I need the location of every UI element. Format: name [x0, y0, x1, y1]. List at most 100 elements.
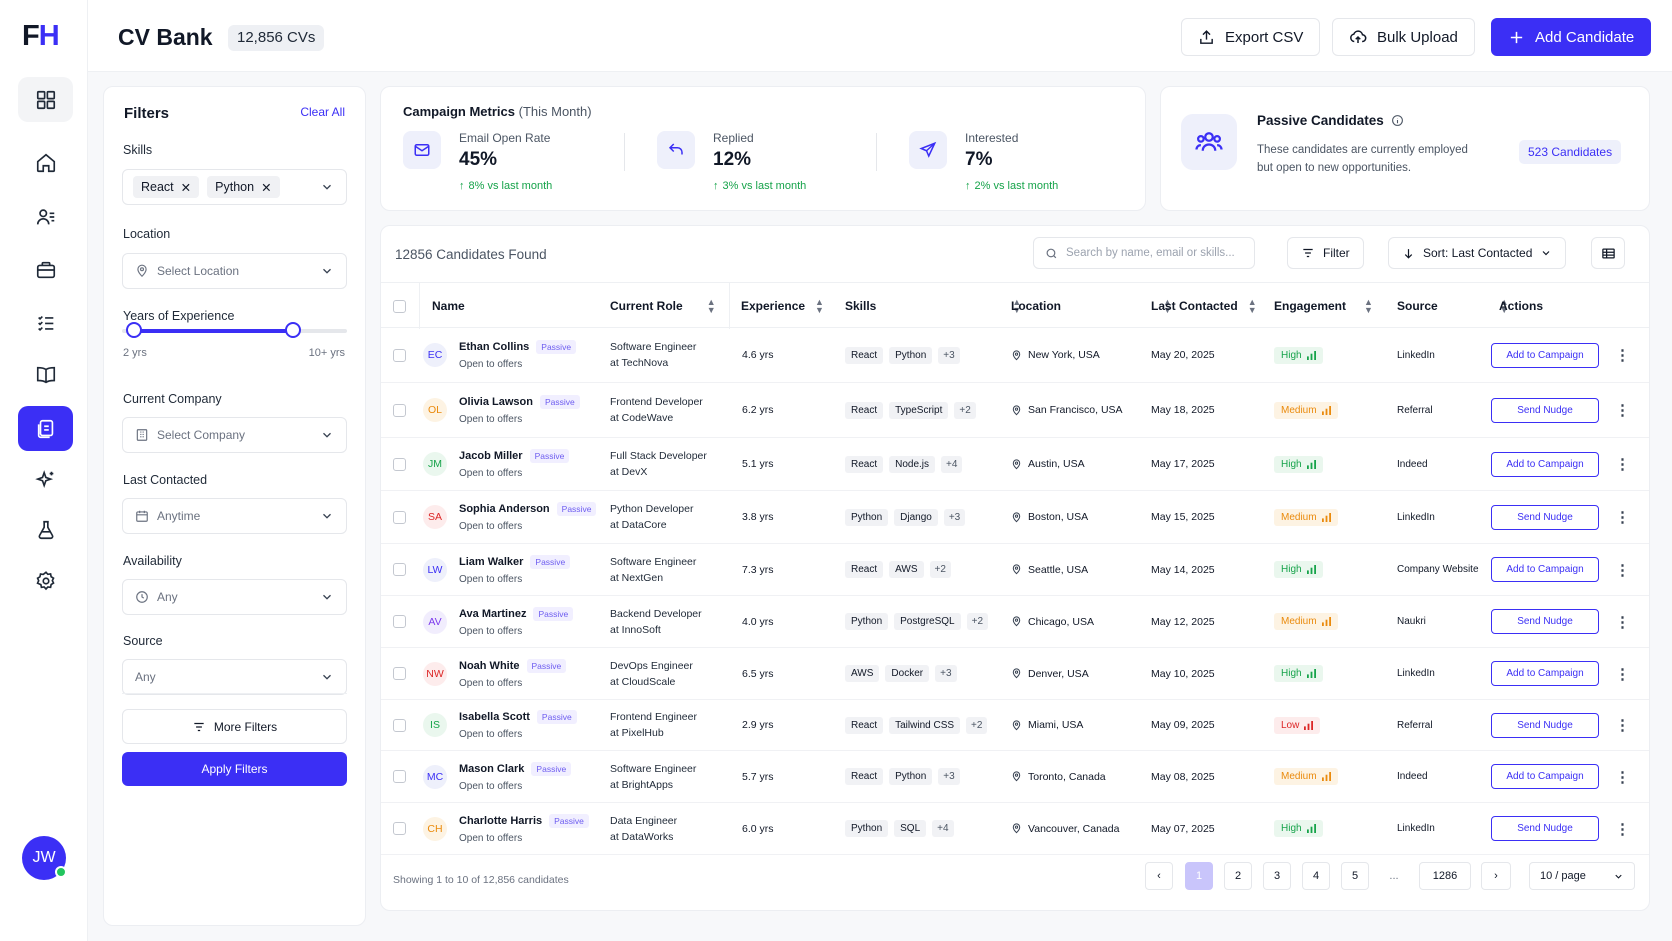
row-action-button[interactable]: Add to Campaign [1491, 764, 1599, 789]
candidate-name[interactable]: Noah White [459, 660, 520, 672]
more-skills-badge[interactable]: +3 [943, 508, 966, 526]
select-all-checkbox[interactable] [393, 283, 406, 329]
more-options-icon[interactable]: ⋮ [1615, 596, 1630, 647]
column-header-engagement[interactable]: Engagement ▲ ▼ [1274, 283, 1373, 329]
sort-select[interactable]: Sort: Last Contacted [1388, 237, 1567, 269]
row-action-button[interactable]: Send Nudge [1491, 397, 1599, 423]
column-header-name[interactable]: Name [432, 283, 465, 329]
user-avatar[interactable]: JW [22, 836, 67, 880]
passive-count-badge[interactable]: 523 Candidates [1519, 140, 1622, 164]
candidate-name[interactable]: Isabella Scott [459, 711, 530, 723]
dashboard-icon[interactable] [18, 77, 73, 122]
more-skills-badge[interactable]: +2 [954, 401, 976, 419]
cv-documents-icon[interactable] [18, 406, 73, 451]
more-skills-badge[interactable]: +3 [935, 665, 957, 682]
column-header-skills[interactable]: Skills ▲ ▼ [845, 283, 1021, 329]
export-csv-button[interactable]: Export CSV [1181, 18, 1321, 56]
row-checkbox[interactable] [393, 803, 406, 854]
more-options-icon[interactable]: ⋮ [1615, 648, 1630, 699]
row-action-button[interactable]: Add to Campaign [1491, 451, 1599, 477]
more-options-icon[interactable]: ⋮ [1615, 383, 1630, 437]
pagination-page[interactable]: 2 [1224, 862, 1252, 890]
search-input[interactable]: Search by name, email or skills... [1033, 237, 1255, 269]
availability-select[interactable]: Any [122, 579, 347, 615]
table-row[interactable]: CH Charlotte Harris Passive Open to offers D… [381, 803, 1649, 855]
sparkle-icon[interactable] [18, 457, 73, 502]
more-options-icon[interactable]: ⋮ [1615, 544, 1630, 595]
more-skills-badge[interactable]: +2 [966, 613, 989, 630]
more-options-icon[interactable]: ⋮ [1615, 491, 1630, 543]
row-checkbox[interactable] [393, 648, 406, 699]
row-action-button[interactable]: Send Nudge [1491, 712, 1599, 738]
book-icon[interactable] [18, 352, 73, 397]
column-header-experience[interactable]: Experience ▲ ▼ [741, 283, 824, 329]
remove-skill-icon[interactable]: ✕ [181, 180, 191, 195]
table-row[interactable]: LW Liam Walker Passive Open to offers Softwa… [381, 544, 1649, 596]
checklist-icon[interactable] [18, 300, 73, 345]
apply-filters-button[interactable]: Apply Filters [122, 752, 347, 786]
candidate-name[interactable]: Liam Walker [459, 556, 523, 568]
skills-select[interactable]: React ✕ Python ✕ [122, 169, 347, 205]
row-checkbox[interactable] [393, 544, 406, 595]
location-select[interactable]: Select Location [122, 253, 347, 289]
pagination-next-button[interactable]: › [1481, 862, 1511, 890]
row-checkbox[interactable] [393, 491, 406, 543]
row-action-button[interactable]: Send Nudge [1491, 816, 1599, 841]
table-row[interactable]: OL Olivia Lawson Passive Open to offers Fron… [381, 383, 1649, 438]
more-skills-badge[interactable]: +2 [966, 716, 988, 734]
pagination-page[interactable]: 1 [1185, 862, 1213, 890]
row-checkbox[interactable] [393, 383, 406, 437]
settings-gear-icon[interactable] [18, 558, 73, 603]
table-row[interactable]: JM Jacob Miller Passive Open to offers Full … [381, 438, 1649, 491]
more-skills-badge[interactable]: +2 [929, 561, 951, 578]
table-view-toggle[interactable] [1591, 237, 1625, 269]
table-row[interactable]: SA Sophia Anderson Passive Open to offers Py… [381, 491, 1649, 544]
row-checkbox[interactable] [393, 596, 406, 647]
source-select[interactable]: Any [122, 659, 347, 695]
more-options-icon[interactable]: ⋮ [1615, 700, 1630, 750]
flask-icon[interactable] [18, 507, 73, 552]
more-options-icon[interactable]: ⋮ [1615, 328, 1630, 382]
filter-button[interactable]: Filter [1287, 237, 1364, 269]
table-row[interactable]: AV Ava Martinez Passive Open to offers Backe… [381, 596, 1649, 648]
more-skills-badge[interactable]: +3 [938, 346, 960, 364]
clear-all-link[interactable]: Clear All [300, 105, 345, 119]
candidate-name[interactable]: Mason Clark [459, 763, 524, 775]
row-action-button[interactable]: Add to Campaign [1491, 557, 1599, 582]
more-options-icon[interactable]: ⋮ [1615, 803, 1630, 854]
column-header-source[interactable]: Source ▲ ▼ [1397, 283, 1509, 329]
more-options-icon[interactable]: ⋮ [1615, 751, 1630, 802]
home-icon[interactable] [18, 140, 73, 185]
row-action-button[interactable]: Add to Campaign [1491, 342, 1599, 368]
candidate-name[interactable]: Ethan Collins [459, 341, 529, 353]
row-checkbox[interactable] [393, 751, 406, 802]
table-row[interactable]: IS Isabella Scott Passive Open to offers Fro… [381, 700, 1649, 751]
table-row[interactable]: MC Mason Clark Passive Open to offers Softwa… [381, 751, 1649, 803]
per-page-select[interactable]: 10 / page [1529, 862, 1635, 890]
remove-skill-icon[interactable]: ✕ [261, 180, 271, 195]
candidate-name[interactable]: Ava Martinez [459, 608, 526, 620]
column-header-location[interactable]: Location ▲ ▼ [1011, 283, 1172, 329]
app-logo[interactable]: FH [22, 20, 60, 53]
more-options-icon[interactable]: ⋮ [1615, 438, 1630, 490]
bulk-upload-button[interactable]: Bulk Upload [1332, 18, 1475, 56]
pagination-page[interactable]: 4 [1302, 862, 1330, 890]
more-skills-badge[interactable]: +4 [932, 820, 954, 837]
users-list-icon[interactable] [18, 194, 73, 239]
more-filters-button[interactable]: More Filters [122, 709, 347, 744]
last-contacted-select[interactable]: Anytime [122, 498, 347, 534]
row-action-button[interactable]: Add to Campaign [1491, 661, 1599, 686]
experience-min-handle[interactable] [126, 322, 142, 338]
more-skills-badge[interactable]: +3 [938, 768, 960, 785]
candidate-name[interactable]: Charlotte Harris [459, 815, 542, 827]
table-row[interactable]: EC Ethan Collins Passive Open to offers Soft… [381, 328, 1649, 383]
company-select[interactable]: Select Company [122, 417, 347, 453]
briefcase-icon[interactable] [18, 247, 73, 292]
row-action-button[interactable]: Send Nudge [1491, 504, 1599, 530]
candidate-name[interactable]: Olivia Lawson [459, 396, 533, 408]
more-skills-badge[interactable]: +4 [941, 455, 963, 473]
add-candidate-button[interactable]: Add Candidate [1491, 18, 1652, 56]
column-header-role[interactable]: Current Role ▲ ▼ [610, 283, 716, 329]
row-checkbox[interactable] [393, 438, 406, 490]
experience-max-handle[interactable] [285, 322, 301, 338]
